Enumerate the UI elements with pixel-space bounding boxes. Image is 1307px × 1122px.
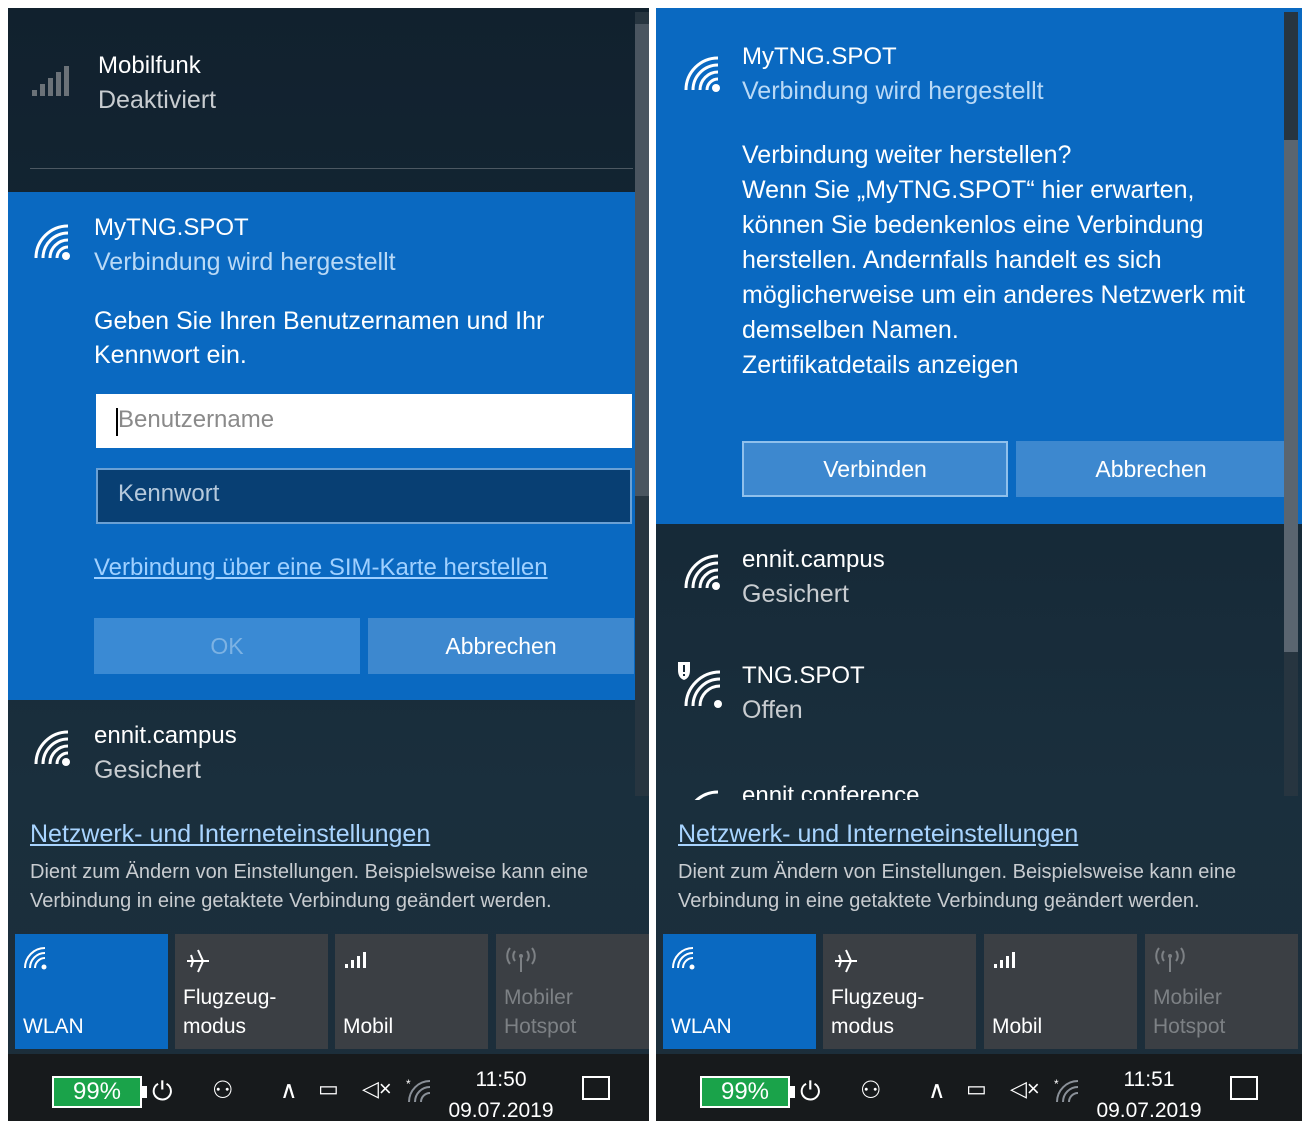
people-icon[interactable]: ⚇ — [860, 1076, 882, 1105]
clock-time: 11:50 — [475, 1068, 527, 1091]
clock[interactable]: 11:50 09.07.2019 — [448, 1064, 554, 1121]
username-placeholder: Benutzername — [118, 406, 275, 433]
quick-action-airplane-mode[interactable]: Flugzeug- modus — [175, 934, 328, 1049]
credentials-prompt: Geben Sie Ihren Benutzernamen und Ihr Ke… — [94, 307, 545, 369]
connecting-network-card: MyTNG.SPOT Verbindung wird hergestellt G… — [8, 192, 649, 700]
network-status: Verbindung wird hergestellt — [742, 77, 1044, 105]
divider — [30, 168, 633, 169]
battery-indicator[interactable]: 99% — [700, 1076, 795, 1108]
quick-action-mobile[interactable]: Mobil — [984, 934, 1137, 1049]
chevron-up-icon[interactable]: ∧ — [928, 1076, 946, 1105]
battery-indicator[interactable]: 99% — [52, 1076, 147, 1108]
cellular-icon — [343, 946, 371, 975]
hotspot-icon — [504, 946, 538, 981]
scrollbar-thumb[interactable] — [1284, 140, 1298, 652]
connect-button[interactable]: Verbinden — [742, 441, 1008, 497]
action-center-icon[interactable] — [582, 1076, 610, 1100]
cancel-button[interactable]: Abbrechen — [368, 618, 634, 674]
quick-action-airplane-mode[interactable]: Flugzeug- modus — [823, 934, 976, 1049]
cellular-signal-icon — [30, 64, 76, 98]
wifi-icon — [23, 946, 49, 975]
tile-label: Mobil — [343, 1015, 394, 1038]
cellular-name[interactable]: Mobilfunk — [98, 52, 201, 80]
clock[interactable]: 11:51 09.07.2019 — [1096, 1064, 1202, 1121]
security-warning: Verbindung weiter herstellen? Wenn Sie „… — [742, 138, 1272, 383]
tile-label: Mobiler Hotspot — [504, 986, 577, 1038]
scrollbar[interactable] — [635, 12, 649, 796]
svg-text:*: * — [406, 1078, 411, 1091]
plug-icon: ⏻ — [152, 1076, 173, 1106]
clock-date: 09.07.2019 — [1096, 1099, 1202, 1121]
network-settings-description: Dient zum Ändern von Einstellungen. Beis… — [678, 861, 1237, 912]
airplane-icon — [831, 946, 861, 981]
action-center-icon[interactable] — [1230, 1076, 1258, 1100]
svg-text:*: * — [1054, 1078, 1059, 1091]
wifi-icon[interactable]: * — [1054, 1078, 1082, 1104]
network-list-clip: ennit.conference — [656, 768, 1286, 800]
clock-date: 09.07.2019 — [448, 1099, 554, 1121]
plug-icon: ⏻ — [800, 1076, 821, 1106]
wifi-icon — [32, 222, 74, 260]
tile-label: WLAN — [671, 1015, 732, 1038]
network-status: Gesichert — [742, 580, 849, 608]
network-name[interactable]: ennit.campus — [94, 722, 237, 750]
tile-label: WLAN — [23, 1015, 84, 1038]
tile-label: Mobil — [992, 1015, 1043, 1038]
quick-action-hotspot[interactable]: Mobiler Hotspot — [496, 934, 649, 1049]
quick-action-wlan[interactable]: WLAN — [15, 934, 168, 1049]
taskbar: 99% ⏻ ⚇ ∧ ▭ ◁× * 11:50 09.07.2019 — [8, 1054, 649, 1121]
quick-action-mobile[interactable]: Mobil — [335, 934, 488, 1049]
scrollbar-thumb[interactable] — [635, 24, 649, 496]
ok-button[interactable]: OK — [94, 618, 360, 674]
power-icon[interactable]: ▭ — [966, 1076, 987, 1102]
chevron-up-icon[interactable]: ∧ — [280, 1076, 298, 1105]
connecting-network-card: MyTNG.SPOT Verbindung wird hergestellt V… — [656, 8, 1302, 524]
network-name[interactable]: ennit.campus — [742, 546, 885, 574]
tile-label: Flugzeug- modus — [183, 986, 277, 1038]
network-name[interactable]: MyTNG.SPOT — [742, 43, 897, 71]
taskbar: 99% ⏻ ⚇ ∧ ▭ ◁× * 11:51 09.07.2019 — [656, 1054, 1302, 1121]
password-input[interactable]: Kennwort — [96, 468, 632, 524]
quick-action-hotspot[interactable]: Mobiler Hotspot — [1145, 934, 1298, 1049]
certificate-details-link[interactable]: Zertifikatdetails anzeigen — [742, 348, 1272, 383]
airplane-icon — [183, 946, 213, 981]
network-name[interactable]: TNG.SPOT — [742, 662, 865, 690]
sim-card-link[interactable]: Verbindung über eine SIM-Karte herstelle… — [94, 554, 548, 582]
warning-question: Verbindung weiter herstellen? — [742, 141, 1072, 169]
scrollbar[interactable] — [1284, 12, 1298, 796]
password-placeholder: Kennwort — [118, 480, 220, 507]
people-icon[interactable]: ⚇ — [212, 1076, 234, 1105]
network-name[interactable]: MyTNG.SPOT — [94, 214, 249, 242]
network-flyout-left: Mobilfunk Deaktiviert MyTNG.SPOT Verbind… — [8, 8, 649, 1121]
network-status: Offen — [742, 696, 803, 724]
network-flyout-right: MyTNG.SPOT Verbindung wird hergestellt V… — [656, 8, 1302, 1121]
wifi-icon — [671, 946, 697, 975]
username-input[interactable]: Benutzername — [96, 394, 632, 448]
network-status: Gesichert — [94, 756, 201, 784]
wifi-icon — [682, 788, 724, 800]
clock-time: 11:51 — [1123, 1068, 1175, 1091]
tile-label: Flugzeug- modus — [831, 986, 925, 1038]
wifi-icon[interactable]: * — [406, 1078, 434, 1104]
wifi-icon — [682, 552, 724, 590]
wifi-icon — [32, 728, 74, 766]
volume-muted-icon[interactable]: ◁× — [362, 1076, 392, 1102]
volume-muted-icon[interactable]: ◁× — [1010, 1076, 1040, 1102]
warning-message: Wenn Sie „MyTNG.SPOT“ hier erwarten, kön… — [742, 176, 1245, 344]
network-settings-link[interactable]: Netzwerk- und Interneteinstellungen — [678, 820, 1078, 849]
cellular-status: Deaktiviert — [98, 86, 217, 114]
quick-action-wlan[interactable]: WLAN — [663, 934, 816, 1049]
power-icon[interactable]: ▭ — [318, 1076, 339, 1102]
wifi-icon — [682, 54, 724, 92]
hotspot-icon — [1153, 946, 1187, 981]
network-status: Verbindung wird hergestellt — [94, 248, 396, 276]
cancel-button[interactable]: Abbrechen — [1016, 441, 1286, 497]
network-name[interactable]: ennit.conference — [742, 782, 919, 800]
network-settings-link[interactable]: Netzwerk- und Interneteinstellungen — [30, 820, 430, 849]
cellular-icon — [992, 946, 1020, 975]
open-network-warning-icon — [676, 660, 724, 708]
network-settings-description: Dient zum Ändern von Einstellungen. Beis… — [30, 861, 589, 912]
tile-label: Mobiler Hotspot — [1153, 986, 1226, 1038]
